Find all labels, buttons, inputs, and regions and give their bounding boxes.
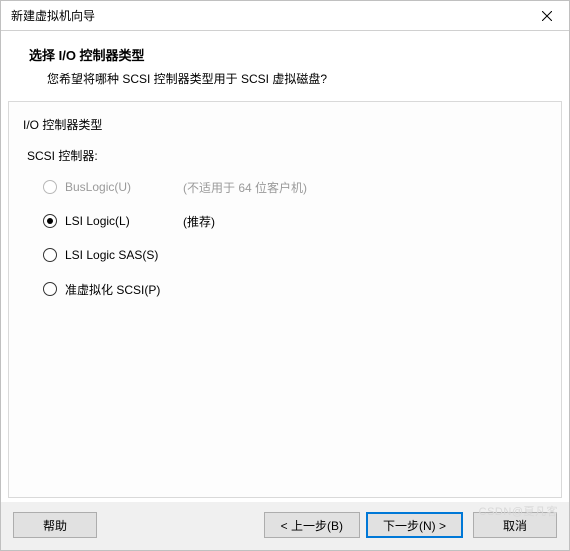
radio-lsi-logic-sas[interactable] — [43, 248, 57, 262]
wizard-header: 选择 I/O 控制器类型 您希望将哪种 SCSI 控制器类型用于 SCSI 虚拟… — [1, 31, 569, 101]
scsi-controller-label: SCSI 控制器: — [27, 147, 547, 164]
option-paravirtual-scsi[interactable]: 准虚拟化 SCSI(P) — [43, 280, 547, 298]
group-label: I/O 控制器类型 — [23, 116, 547, 133]
content-area: I/O 控制器类型 SCSI 控制器: BusLogic(U) (不适用于 64… — [8, 101, 562, 498]
radio-paravirtual-scsi[interactable] — [43, 282, 57, 296]
option-label: BusLogic(U) — [65, 180, 175, 194]
radio-buslogic — [43, 180, 57, 194]
radio-lsi-logic[interactable] — [43, 214, 57, 228]
option-label: LSI Logic(L) — [65, 214, 175, 228]
titlebar: 新建虚拟机向导 — [1, 1, 569, 31]
controller-options: BusLogic(U) (不适用于 64 位客户机) LSI Logic(L) … — [43, 178, 547, 298]
page-subtitle: 您希望将哪种 SCSI 控制器类型用于 SCSI 虚拟磁盘? — [29, 70, 549, 87]
close-button[interactable] — [524, 1, 569, 30]
next-button[interactable]: 下一步(N) > — [366, 512, 463, 538]
back-button[interactable]: < 上一步(B) — [264, 512, 360, 538]
option-label: 准虚拟化 SCSI(P) — [65, 281, 175, 298]
cancel-button[interactable]: 取消 — [473, 512, 557, 538]
close-icon — [542, 11, 552, 21]
option-note: (不适用于 64 位客户机) — [183, 179, 307, 196]
option-buslogic: BusLogic(U) (不适用于 64 位客户机) — [43, 178, 547, 196]
wizard-footer: 帮助 < 上一步(B) 下一步(N) > 取消 — [1, 502, 569, 550]
option-note: (推荐) — [183, 213, 215, 230]
option-label: LSI Logic SAS(S) — [65, 248, 175, 262]
option-lsi-logic-sas[interactable]: LSI Logic SAS(S) — [43, 246, 547, 264]
window-title: 新建虚拟机向导 — [11, 7, 95, 24]
option-lsi-logic[interactable]: LSI Logic(L) (推荐) — [43, 212, 547, 230]
page-title: 选择 I/O 控制器类型 — [29, 45, 549, 64]
help-button[interactable]: 帮助 — [13, 512, 97, 538]
